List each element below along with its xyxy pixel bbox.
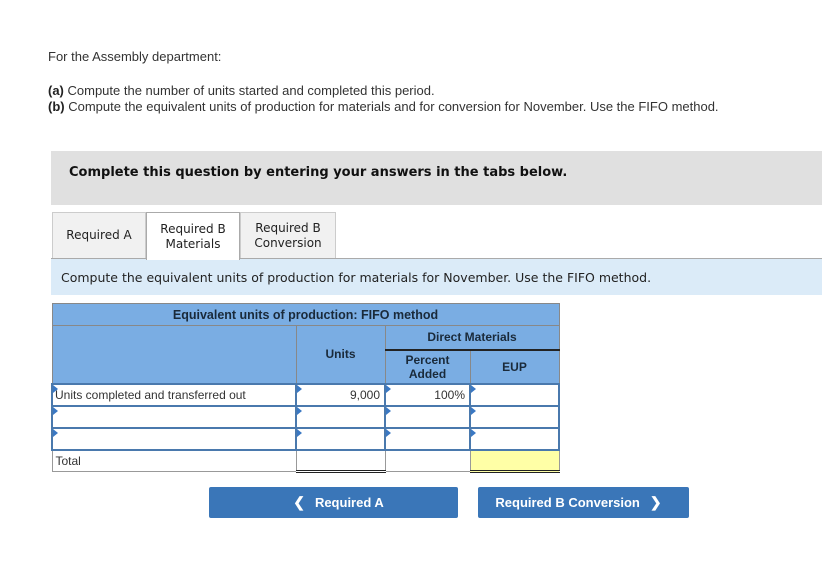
table-row: Units completed and transferred out 9,00… [51, 382, 560, 407]
chevron-right-icon: ❯ [649, 494, 662, 510]
instructions-banner: Complete this question by entering your … [51, 151, 822, 205]
question-b-tag: (b) [48, 99, 65, 114]
eup-header: EUP [469, 349, 560, 384]
question-a-tag: (a) [48, 83, 64, 98]
table-row [51, 426, 560, 451]
intro-text: For the Assembly department: [48, 49, 222, 64]
total-units [295, 449, 386, 473]
tab-label: Required B Conversion [254, 220, 322, 250]
label-header [51, 325, 297, 384]
percent-input[interactable] [384, 404, 471, 429]
next-required-b-conversion-button[interactable]: Required B Conversion ❯ [478, 487, 689, 518]
tab-required-b-conversion[interactable]: Required B Conversion [240, 212, 336, 258]
instruction-text: Compute the equivalent units of producti… [61, 270, 652, 285]
eup-input[interactable] [469, 382, 560, 407]
question-list: (a) Compute the number of units started … [48, 83, 719, 115]
units-input[interactable] [295, 426, 386, 451]
row-label-input[interactable]: Units completed and transferred out [51, 382, 297, 407]
prev-button-label: Required A [314, 495, 384, 510]
total-eup [469, 449, 560, 473]
tab-label: Required B Materials [160, 221, 226, 251]
question-a: (a) Compute the number of units started … [48, 83, 719, 99]
eup-input[interactable] [469, 404, 560, 429]
units-header: Units [295, 325, 386, 384]
direct-materials-header: Direct Materials [384, 325, 560, 351]
table-title: Equivalent units of production: FIFO met… [51, 303, 560, 326]
total-label: Total [51, 449, 297, 472]
eup-table: Equivalent units of production: FIFO met… [51, 303, 560, 473]
question-b: (b) Compute the equivalent units of prod… [48, 99, 719, 115]
question-b-text: Compute the equivalent units of producti… [64, 99, 719, 114]
tab-label: Required A [66, 228, 132, 242]
table-row [51, 404, 560, 429]
chevron-left-icon: ❮ [293, 494, 305, 510]
row-label-input[interactable] [51, 426, 297, 451]
next-button-label: Required B Conversion [495, 495, 640, 510]
percent-added-label: Percent Added [405, 352, 450, 381]
units-input[interactable]: 9,000 [295, 382, 386, 407]
row-label-input[interactable] [51, 404, 297, 429]
percent-input[interactable]: 100% [384, 382, 471, 407]
total-row: Total [51, 449, 560, 473]
units-input[interactable] [295, 404, 386, 429]
question-a-text: Compute the number of units started and … [63, 83, 435, 98]
banner-text: Complete this question by entering your … [69, 165, 568, 180]
percent-added-header: Percent Added [384, 349, 471, 384]
tab-required-b-materials[interactable]: Required B Materials [146, 212, 240, 260]
eup-input[interactable] [469, 426, 560, 451]
tab-instruction: Compute the equivalent units of producti… [51, 259, 822, 295]
tab-required-a[interactable]: Required A [52, 212, 146, 258]
percent-input[interactable] [384, 426, 471, 451]
prev-required-a-button[interactable]: ❮ Required A [209, 487, 458, 518]
total-percent-blank [384, 449, 471, 472]
